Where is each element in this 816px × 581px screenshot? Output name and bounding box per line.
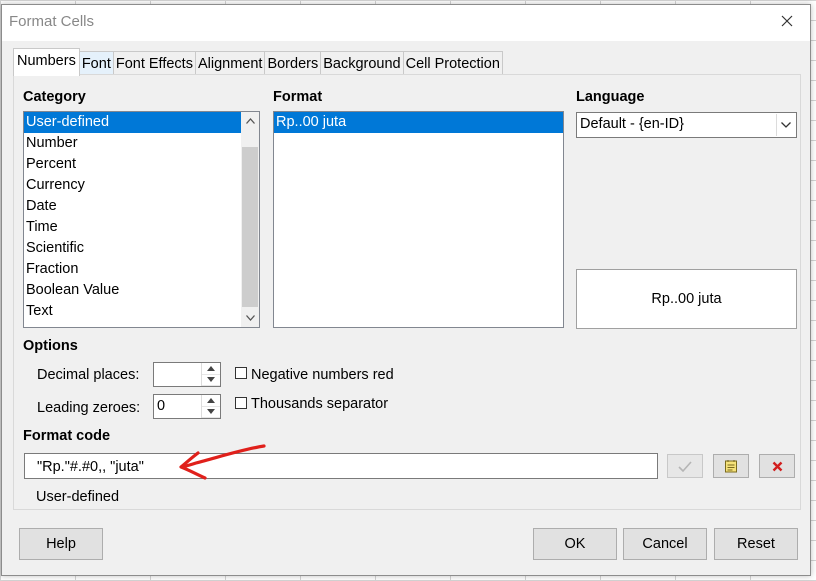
language-select[interactable]: Default - {en-ID} [576, 112, 797, 138]
tab-borders[interactable]: Borders [264, 51, 322, 76]
numbers-tab-panel: Category User-defined Number Percent Cur… [13, 74, 801, 510]
dialog-title: Format Cells [9, 13, 95, 30]
delete-format-button[interactable] [759, 454, 795, 478]
cancel-button[interactable]: Cancel [623, 528, 707, 560]
tab-alignment[interactable]: Alignment [194, 51, 266, 76]
category-item-currency[interactable]: Currency [24, 175, 259, 196]
category-heading: Category [23, 89, 86, 105]
leading-zeroes-label: Leading zeroes: [37, 400, 141, 416]
format-cells-dialog: Format Cells Numbers Font Font Effects A… [1, 4, 811, 576]
category-item-user-defined[interactable]: User-defined [24, 112, 259, 133]
tab-background[interactable]: Background [320, 51, 404, 76]
category-item-number[interactable]: Number [24, 133, 259, 154]
chevron-down-icon[interactable] [776, 114, 795, 136]
tab-font-effects[interactable]: Font Effects [112, 51, 196, 76]
tab-bar: Numbers Font Font Effects Alignment Bord… [13, 48, 503, 76]
delete-x-icon [772, 461, 782, 471]
ok-label: OK [564, 536, 586, 552]
decimal-places-stepper[interactable] [153, 362, 221, 387]
category-scrollbar[interactable] [241, 112, 259, 327]
format-listbox[interactable]: Rp..00 juta [273, 111, 564, 328]
thousands-separator-checkbox[interactable] [235, 397, 247, 409]
red-arrow-annotation [179, 444, 266, 480]
format-code-heading: Format code [23, 428, 111, 444]
preview-text: Rp..00 juta [651, 291, 722, 307]
negative-red-label: Negative numbers red [251, 367, 394, 383]
category-item-date[interactable]: Date [24, 196, 259, 217]
format-item[interactable]: Rp..00 juta [274, 112, 563, 133]
spin-down-icon[interactable] [202, 407, 220, 418]
edit-comment-button[interactable] [713, 454, 749, 478]
help-label: Help [46, 536, 76, 552]
tab-cell-protection[interactable]: Cell Protection [402, 51, 503, 76]
spin-up-icon[interactable] [202, 363, 220, 375]
scroll-thumb[interactable] [242, 147, 258, 307]
language-value: Default - {en-ID} [580, 116, 684, 132]
leading-zeroes-stepper[interactable]: 0 [153, 394, 221, 419]
category-item-fraction[interactable]: Fraction [24, 259, 259, 280]
spin-down-icon[interactable] [202, 375, 220, 386]
format-code-input[interactable]: "Rp."#.#0,, "juta" [24, 453, 658, 479]
checkmark-icon [678, 460, 692, 472]
category-item-scientific[interactable]: Scientific [24, 238, 259, 259]
close-icon [781, 15, 793, 27]
spin-up-icon[interactable] [202, 395, 220, 407]
reset-button[interactable]: Reset [714, 528, 798, 560]
tab-numbers[interactable]: Numbers [13, 48, 80, 76]
help-button[interactable]: Help [19, 528, 103, 560]
category-item-boolean[interactable]: Boolean Value [24, 280, 259, 301]
format-code-value: "Rp."#.#0,, "juta" [37, 459, 144, 475]
format-code-description: User-defined [36, 489, 120, 505]
accept-format-button[interactable] [667, 454, 703, 478]
format-preview: Rp..00 juta [576, 269, 797, 329]
scroll-down-icon[interactable] [241, 309, 259, 327]
tab-font[interactable]: Font [78, 51, 114, 76]
options-heading: Options [23, 338, 78, 354]
category-listbox[interactable]: User-defined Number Percent Currency Dat… [23, 111, 260, 328]
category-item-percent[interactable]: Percent [24, 154, 259, 175]
cancel-label: Cancel [642, 536, 688, 552]
category-item-time[interactable]: Time [24, 217, 259, 238]
language-heading: Language [576, 89, 645, 105]
close-button[interactable] [764, 5, 810, 37]
scroll-up-icon[interactable] [241, 112, 259, 130]
leading-zeroes-value: 0 [157, 398, 166, 414]
edit-comment-icon [725, 460, 737, 473]
format-heading: Format [273, 89, 323, 105]
negative-red-checkbox[interactable] [235, 367, 247, 379]
ok-button[interactable]: OK [533, 528, 617, 560]
title-bar: Format Cells [2, 5, 810, 41]
category-item-text[interactable]: Text [24, 301, 259, 322]
reset-label: Reset [737, 536, 775, 552]
decimal-places-label: Decimal places: [37, 367, 140, 383]
thousands-separator-label: Thousands separator [251, 396, 389, 412]
